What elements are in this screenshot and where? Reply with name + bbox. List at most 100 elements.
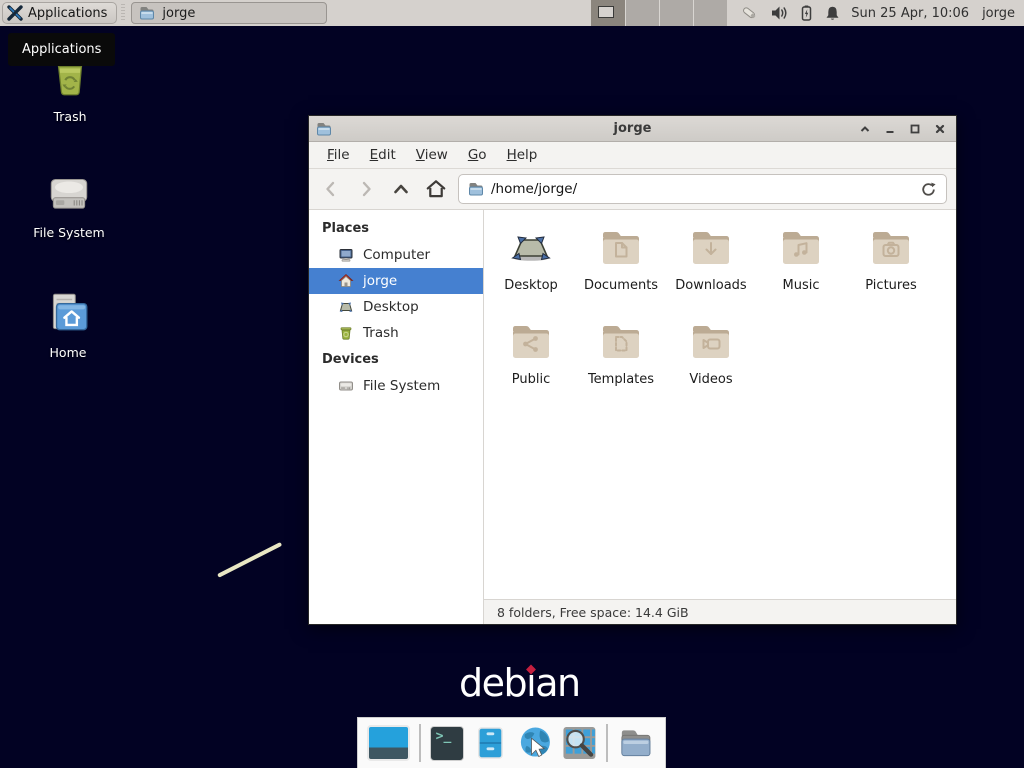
videos-folder-icon [687,317,735,365]
sidebar-item-computer[interactable]: Computer [309,242,483,268]
home-icon [425,178,447,200]
dock-separator [419,724,421,762]
folder-label: Templates [588,372,654,387]
hard-drive-small-icon [338,378,354,394]
folder-item-desktop[interactable]: Desktop [486,223,576,317]
terminal-launcher[interactable]: >_ [430,726,464,761]
sidebar: Places Computer jorge [309,210,484,624]
sidebar-item-label: Computer [363,247,430,263]
desktop-icon-home[interactable]: Home [12,288,124,360]
documents-folder-icon [597,223,645,271]
shade-button[interactable] [857,121,873,137]
sidebar-item-jorge[interactable]: jorge [309,268,483,294]
workspace-2[interactable] [625,0,659,26]
desktop-icon-label: Trash [53,109,86,124]
home-folder-icon [43,288,93,338]
location-bar[interactable]: /home/jorge/ [458,174,947,204]
notifications-bell-icon[interactable] [825,5,840,21]
folder-item-pictures[interactable]: Pictures [846,223,936,317]
battery-charging-icon[interactable] [799,5,814,21]
forward-button[interactable] [353,176,379,202]
window-titlebar[interactable]: jorge [309,116,956,142]
main-pane: Desktop Documents Downloads [484,210,956,624]
desktop-workspace-icon [507,223,555,271]
taskbar-window-label: jorge [162,6,195,21]
panel-clock[interactable]: Sun 25 Apr, 10:06 [851,6,969,21]
removable-device-icon[interactable] [740,5,760,22]
forward-icon [356,179,376,199]
folder-label: Pictures [865,278,916,293]
folder-label: Public [512,372,550,387]
show-desktop-button[interactable] [367,725,410,761]
back-button[interactable] [318,176,344,202]
sidebar-header-devices: Devices [309,346,483,373]
taskbar-folder-icon [139,5,155,21]
home-button[interactable] [423,176,449,202]
workspace-3[interactable] [659,0,693,26]
applications-menu-button[interactable]: Applications [2,2,117,24]
up-button[interactable] [388,176,414,202]
folder-item-public[interactable]: Public [486,317,576,411]
panel-grip-handle[interactable] [119,4,126,22]
dock-separator [606,724,608,762]
folder-item-videos[interactable]: Videos [666,317,756,411]
workspace-4[interactable] [693,0,727,26]
sidebar-item-trash[interactable]: Trash [309,320,483,346]
folder-item-downloads[interactable]: Downloads [666,223,756,317]
back-icon [321,179,341,199]
applications-tooltip: Applications [8,33,115,66]
folder-launcher[interactable] [617,725,656,761]
applications-menu-label: Applications [28,6,107,21]
file-manager-launcher[interactable] [473,725,508,761]
app-finder-launcher[interactable] [562,725,597,761]
folder-label: Downloads [675,278,746,293]
menu-go[interactable]: Go [458,142,497,168]
folder-item-templates[interactable]: Templates [576,317,666,411]
applications-menu-icon [7,5,23,21]
sidebar-item-label: File System [363,378,440,394]
web-browser-launcher[interactable] [517,724,554,762]
location-path: /home/jorge/ [491,181,577,197]
sidebar-item-file-system[interactable]: File System [309,373,483,399]
desktop-icon-label: Home [50,345,87,360]
wallpaper-swirl-line [217,542,282,578]
desktop-icon-file-system[interactable]: File System [13,168,125,240]
folder-item-music[interactable]: Music [756,223,846,317]
templates-folder-icon [597,317,645,365]
debian-i-diamond: ı [526,663,535,705]
statusbar: 8 folders, Free space: 14.4 GiB [484,599,956,624]
reload-icon[interactable] [920,181,937,198]
computer-icon [338,247,354,263]
volume-icon[interactable] [771,5,788,21]
terminal-prompt-glyph: >_ [436,729,452,744]
close-button[interactable] [932,121,948,137]
location-folder-icon [468,181,484,197]
user-home-icon [338,273,354,289]
applications-tooltip-text: Applications [22,42,101,57]
workspace-window-thumb [598,6,614,18]
menu-file[interactable]: File [317,142,360,168]
menu-help[interactable]: Help [497,142,548,168]
menu-edit[interactable]: Edit [360,142,406,168]
menubar: File Edit View Go Help [309,142,956,169]
system-tray [740,5,840,22]
desktop-icon-label: File System [33,225,105,240]
minimize-button[interactable] [882,121,898,137]
workspace-1[interactable] [591,0,625,26]
toolbar: /home/jorge/ [309,169,956,210]
sidebar-item-label: jorge [363,273,397,289]
folder-label: Desktop [504,278,558,293]
top-panel: Applications jorge [0,0,1024,26]
file-manager-window: jorge File Edit View Go Help [308,115,957,625]
folder-label: Videos [689,372,732,387]
taskbar-window-button[interactable]: jorge [131,2,327,24]
panel-username[interactable]: jorge [982,6,1015,21]
statusbar-text: 8 folders, Free space: 14.4 GiB [497,605,689,620]
window-controls [857,121,956,137]
menu-view[interactable]: View [406,142,458,168]
maximize-button[interactable] [907,121,923,137]
sidebar-item-desktop[interactable]: Desktop [309,294,483,320]
folder-item-documents[interactable]: Documents [576,223,666,317]
downloads-folder-icon [687,223,735,271]
pictures-folder-icon [867,223,915,271]
